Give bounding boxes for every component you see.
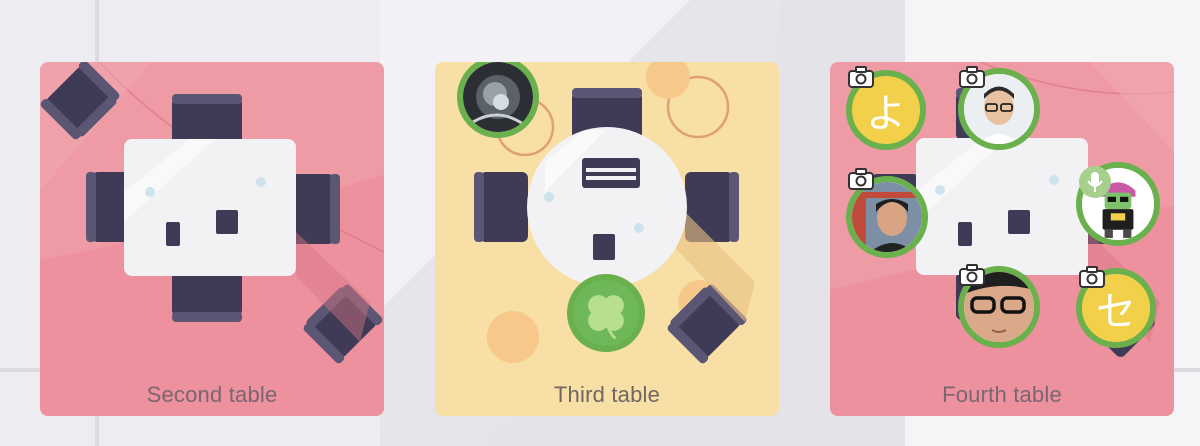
table-label: Third table <box>553 382 661 407</box>
floor-divider <box>0 368 40 372</box>
dark-photo-icon <box>463 62 533 132</box>
four-leaf-clover-icon <box>573 280 639 346</box>
camera-icon <box>1079 266 1105 288</box>
floor-divider <box>1174 368 1200 372</box>
camera-icon <box>848 66 874 88</box>
microphone-icon <box>1079 166 1111 198</box>
camera-icon <box>959 264 985 286</box>
camera-icon <box>848 168 874 190</box>
table-card-third[interactable]: Third table <box>435 62 779 416</box>
table-card-second[interactable]: Second table <box>40 62 384 416</box>
participant-avatar[interactable] <box>567 274 645 352</box>
camera-icon <box>959 66 985 88</box>
table-scene-second <box>40 62 384 416</box>
participant-avatar[interactable] <box>457 62 539 138</box>
table-label: Second table <box>146 382 278 407</box>
person-red-gate-photo-icon <box>852 182 922 252</box>
table-card-fourth[interactable]: よ セ Fourth table <box>830 62 1174 416</box>
table-label: Fourth table <box>942 382 1062 407</box>
